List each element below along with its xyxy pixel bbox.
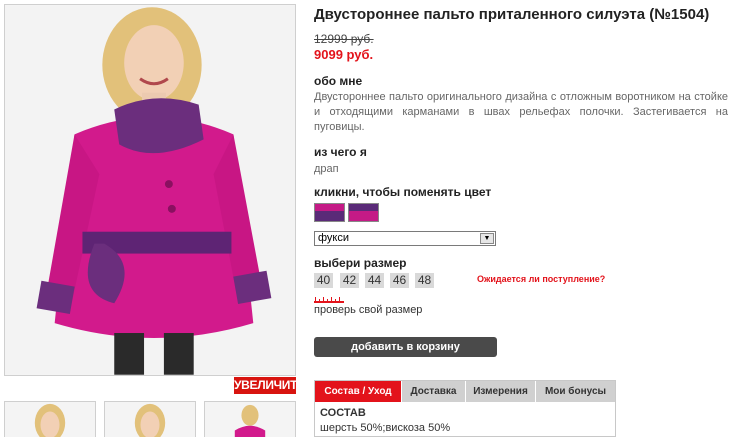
info-tabs: Состав / Уход Доставка Измерения Мои бон… bbox=[314, 380, 616, 437]
new-price: 9099 руб. bbox=[314, 47, 374, 62]
size-option-44[interactable]: 44 bbox=[365, 273, 384, 288]
size-option-48[interactable]: 48 bbox=[415, 273, 434, 288]
material-heading: из чего я bbox=[314, 145, 367, 159]
thumbnail-strip bbox=[4, 401, 296, 437]
size-option-46[interactable]: 46 bbox=[390, 273, 409, 288]
size-option-40[interactable]: 40 bbox=[314, 273, 333, 288]
add-to-cart-button[interactable]: добавить в корзину bbox=[314, 337, 497, 357]
color-select-value: фукси bbox=[318, 232, 350, 244]
thumbnail-1[interactable] bbox=[4, 401, 96, 437]
tab-composition-care[interactable]: Состав / Уход bbox=[315, 381, 402, 402]
color-heading: кликни, чтобы поменять цвет bbox=[314, 185, 492, 199]
size-option-42[interactable]: 42 bbox=[340, 273, 359, 288]
tab-measurements[interactable]: Измерения bbox=[466, 381, 536, 402]
main-product-photo[interactable] bbox=[4, 4, 296, 376]
old-price: 12999 руб. bbox=[314, 32, 374, 46]
tab-content-text: шерсть 50%;вискоза 50% bbox=[320, 422, 451, 434]
about-heading: обо мне bbox=[314, 74, 363, 88]
size-check-link[interactable]: проверь свой размер bbox=[314, 304, 422, 316]
size-heading: выбери размер bbox=[314, 256, 407, 270]
chevron-down-icon[interactable]: ▼ bbox=[480, 233, 494, 244]
thumbnail-2[interactable] bbox=[104, 401, 196, 437]
coat-model-image bbox=[5, 5, 295, 375]
tab-bar: Состав / Уход Доставка Измерения Мои бон… bbox=[315, 381, 615, 402]
ruler-icon[interactable] bbox=[314, 297, 344, 303]
tab-bonuses[interactable]: Мои бонусы bbox=[536, 381, 615, 402]
color-swatch-fuchsia[interactable] bbox=[348, 203, 379, 222]
color-select[interactable]: фукси ▼ bbox=[314, 231, 496, 246]
product-title: Двустороннее пальто приталенного силуэта… bbox=[314, 6, 710, 23]
zoom-button[interactable]: УВЕЛИЧИТЬ bbox=[234, 377, 306, 394]
product-description: Двустороннее пальто оригинального дизайн… bbox=[314, 91, 728, 133]
tab-delivery[interactable]: Доставка bbox=[402, 381, 466, 402]
color-swatch-purple[interactable] bbox=[314, 203, 345, 222]
material-value: драп bbox=[314, 163, 339, 175]
tab-content-heading: СОСТАВ bbox=[320, 407, 366, 419]
thumbnail-3[interactable] bbox=[204, 401, 296, 437]
notify-availability-link[interactable]: Ожидается ли поступление? bbox=[477, 274, 605, 284]
